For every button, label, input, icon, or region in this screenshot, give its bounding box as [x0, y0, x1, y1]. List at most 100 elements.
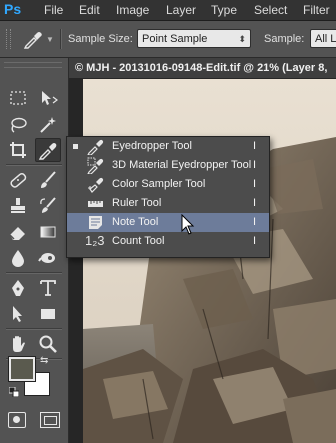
hand-tool[interactable] [5, 332, 31, 356]
flyout-shortcut: I [253, 235, 257, 247]
pen-tool[interactable] [5, 276, 31, 300]
menu-select[interactable]: Select [254, 3, 287, 17]
flyout-item-color-sampler[interactable]: Color Sampler Tool I [67, 175, 269, 194]
canvas-area[interactable] [69, 79, 336, 443]
screen-mode-button[interactable] [40, 412, 60, 428]
sample-size-label: Sample Size: [68, 33, 133, 45]
flyout-item-count[interactable]: 1₂3 Count Tool I [67, 232, 269, 251]
pen-icon [12, 280, 24, 296]
move-icon [42, 91, 58, 105]
tool-preset-picker[interactable] [22, 29, 44, 49]
marquee-icon [10, 91, 26, 105]
default-colors-icon[interactable] [9, 387, 19, 397]
3d-material-eyedropper-icon [87, 157, 104, 174]
history-brush-icon [40, 197, 56, 213]
eraser-tool[interactable] [5, 220, 31, 244]
chevron-down-icon[interactable]: ▼ [46, 35, 54, 44]
foreground-color-swatch[interactable] [8, 356, 36, 382]
drop-icon [12, 250, 24, 267]
arrow-pointer-icon [13, 306, 22, 322]
photoshop-logo: Ps [4, 1, 22, 17]
brush-tool[interactable] [35, 168, 61, 192]
ruler-icon [88, 201, 103, 207]
menu-image[interactable]: Image [116, 3, 149, 17]
mouse-cursor-icon [181, 214, 195, 235]
sample-size-select[interactable]: Point Sample ⬍ [137, 29, 251, 48]
type-icon [40, 280, 56, 296]
magic-wand-icon [40, 117, 56, 133]
eraser-icon [9, 227, 25, 240]
spot-healing-brush-tool[interactable] [5, 168, 31, 192]
current-tool-indicator [73, 144, 78, 149]
options-separator [60, 29, 62, 49]
crop-tool[interactable] [5, 138, 31, 162]
flyout-shortcut: I [253, 197, 257, 209]
flyout-shortcut: I [253, 216, 257, 228]
options-grip [6, 29, 11, 49]
type-tool[interactable] [35, 276, 61, 300]
gradient-icon [40, 226, 56, 238]
sample-value: All La [315, 33, 336, 45]
sample-size-value: Point Sample [142, 33, 208, 45]
hand-icon [13, 336, 25, 352]
sample-select[interactable]: All La [310, 29, 336, 48]
rectangular-marquee-tool[interactable] [5, 86, 31, 110]
updown-caret-icon: ⬍ [238, 34, 246, 44]
toolbar-grip[interactable] [4, 62, 62, 68]
eyedropper-icon [87, 139, 104, 155]
flyout-item-note[interactable]: Note Tool I [67, 213, 269, 232]
eyedropper-icon [38, 143, 57, 160]
flyout-item-ruler[interactable]: Ruler Tool I [67, 194, 269, 213]
brush-icon [41, 171, 56, 188]
flyout-label: Color Sampler Tool [112, 178, 206, 190]
menu-type[interactable]: Type [211, 3, 237, 17]
document-title: © MJH - 20131016-09148-Edit.tif @ 21% (L… [75, 62, 328, 74]
canvas-photo [83, 79, 336, 443]
toolbar-separator [6, 328, 62, 330]
stamp-icon [11, 198, 25, 213]
menu-edit[interactable]: Edit [79, 3, 100, 17]
note-icon [89, 216, 102, 229]
flyout-item-eyedropper[interactable]: Eyedropper Tool I [67, 137, 269, 156]
flyout-item-3d-material-eyedropper[interactable]: 3D Material Eyedropper Tool I [67, 156, 269, 175]
eyedropper-tool[interactable] [35, 138, 61, 162]
path-selection-tool[interactable] [5, 302, 31, 326]
crop-icon [10, 142, 26, 158]
menu-layer[interactable]: Layer [166, 3, 196, 17]
history-brush-tool[interactable] [35, 194, 61, 218]
quick-mask-icon [13, 416, 20, 423]
bandage-icon [10, 173, 27, 188]
flyout-label: Eyedropper Tool [112, 140, 192, 152]
sample-label: Sample: [264, 33, 305, 45]
move-tool[interactable] [35, 86, 61, 110]
quick-mask-button[interactable] [8, 412, 26, 428]
flyout-shortcut: I [253, 178, 257, 190]
screen-mode-icon [44, 416, 57, 425]
toolbar-separator [6, 164, 62, 166]
lasso-icon [11, 117, 27, 133]
magic-wand-tool[interactable] [35, 113, 61, 137]
swap-colors-icon[interactable]: ⇆ [40, 355, 48, 366]
menu-filter[interactable]: Filter [303, 3, 330, 17]
menu-file[interactable]: File [44, 3, 63, 17]
flyout-label: Note Tool [112, 216, 159, 228]
count-icon: 1₂3 [85, 233, 105, 248]
rectangle-icon [41, 309, 55, 319]
flyout-label: Ruler Tool [112, 197, 162, 209]
gradient-tool[interactable] [35, 220, 61, 244]
eyedropper-tool-flyout: Eyedropper Tool I 3D Material Eyedropper… [66, 136, 270, 258]
magnifier-icon [39, 335, 57, 353]
flyout-label: 3D Material Eyedropper Tool [112, 159, 252, 171]
zoom-tool[interactable] [35, 332, 61, 356]
document-tab[interactable]: © MJH - 20131016-09148-Edit.tif @ 21% (L… [69, 58, 336, 79]
options-bar: ▼ Sample Size: Point Sample ⬍ Sample: Al… [0, 21, 336, 58]
clone-stamp-tool[interactable] [5, 194, 31, 218]
rectangle-tool[interactable] [35, 302, 61, 326]
flyout-shortcut: I [253, 159, 257, 171]
dodge-icon [38, 253, 55, 263]
toolbar-separator [6, 272, 62, 274]
blur-tool[interactable] [5, 246, 31, 270]
flyout-label: Count Tool [112, 235, 165, 247]
lasso-tool[interactable] [5, 113, 31, 137]
dodge-tool[interactable] [35, 246, 61, 270]
